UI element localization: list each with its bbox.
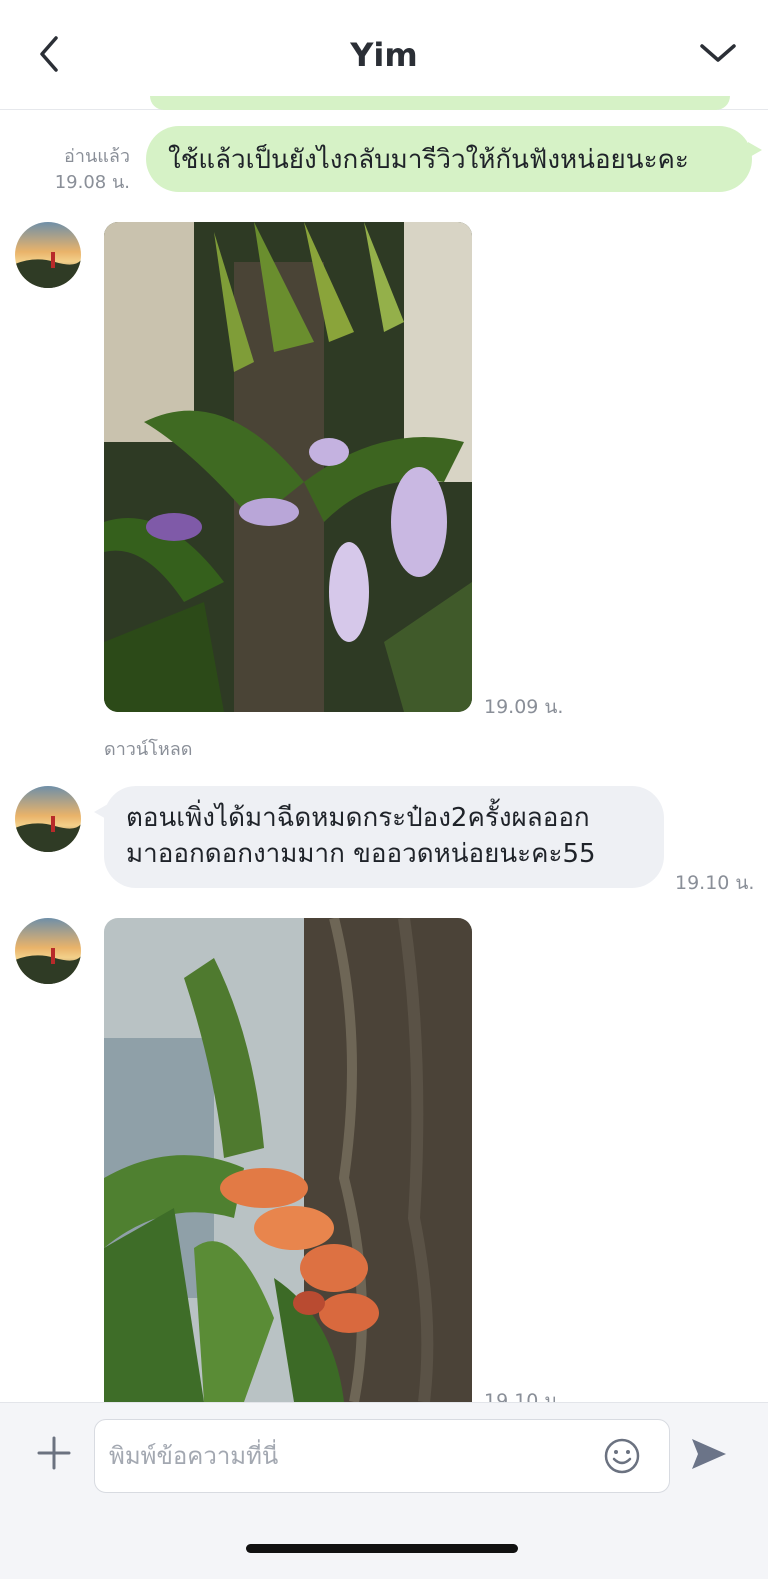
contact-avatar[interactable]: [15, 786, 81, 852]
chat-screen: Yim อ่านแล้ว 19.08 น. ใช้แล้วเป็นยังไงกล…: [0, 0, 768, 1579]
add-attachment-button[interactable]: [34, 1433, 74, 1473]
home-indicator: [246, 1544, 518, 1553]
contact-avatar[interactable]: [15, 918, 81, 984]
bubble-tail: [94, 804, 108, 820]
incoming-message-bubble[interactable]: ตอนเพิ่งได้มาฉีดหมดกระป๋อง2ครั้งผลออก มา…: [94, 786, 664, 888]
chat-header: Yim: [0, 0, 768, 110]
message-text-line: มาออกดอกงามมาก ขออวดหน่อยนะคะ55: [126, 839, 596, 869]
send-button[interactable]: [688, 1433, 730, 1475]
download-link[interactable]: ดาวน์โหลด: [104, 734, 192, 763]
message-input-field[interactable]: [94, 1419, 670, 1493]
chat-title: Yim: [350, 36, 418, 74]
collapse-button[interactable]: [698, 34, 738, 74]
read-status: อ่านแล้ว: [64, 146, 130, 167]
outgoing-message-meta: อ่านแล้ว 19.08 น.: [55, 144, 130, 196]
outgoing-message-bubble[interactable]: ใช้แล้วเป็นยังไงกลับมารีวิวให้กันฟังหน่อ…: [146, 126, 762, 192]
smiley-icon: [604, 1438, 640, 1474]
bubble-tail: [748, 142, 762, 158]
send-icon: [692, 1439, 726, 1469]
message-text: ใช้แล้วเป็นยังไงกลับมารีวิวให้กันฟังหน่อ…: [168, 144, 689, 175]
message-time: 19.09 น.: [484, 696, 564, 718]
message-time: 19.08 น.: [54, 172, 130, 193]
previous-message-bubble: [150, 96, 730, 110]
plus-icon: [37, 1436, 71, 1470]
contact-avatar[interactable]: [15, 222, 81, 288]
message-input[interactable]: [109, 1420, 589, 1492]
shared-photo[interactable]: [104, 222, 472, 712]
message-text-line: ตอนเพิ่งได้มาฉีดหมดกระป๋อง2ครั้งผลออก: [126, 803, 590, 833]
message-time: 19.10 น.: [484, 1390, 564, 1402]
emoji-button[interactable]: [603, 1437, 641, 1475]
chevron-down-icon: [700, 44, 736, 62]
message-time: 19.10 น.: [675, 872, 755, 894]
shared-photo[interactable]: [104, 918, 472, 1402]
